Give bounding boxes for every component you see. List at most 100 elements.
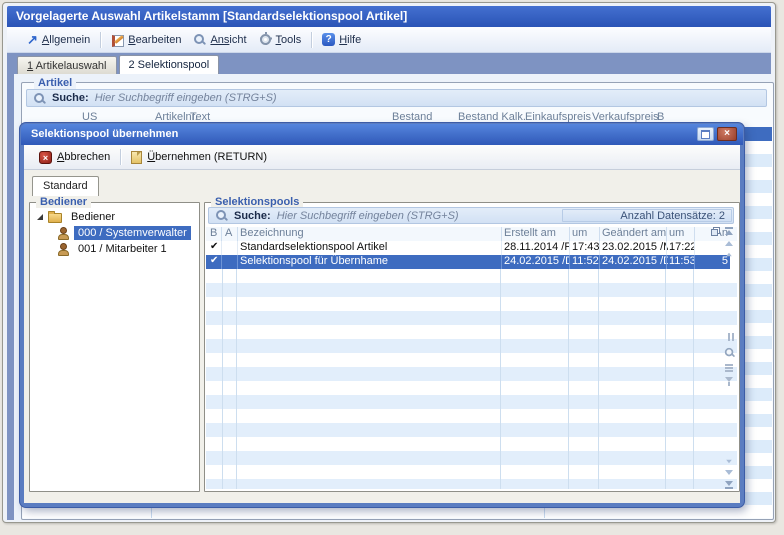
apply-icon — [131, 151, 142, 164]
menu-hilfe-label: Hilfe — [339, 34, 361, 46]
column-header-us[interactable]: US — [82, 111, 97, 123]
apply-label: Übernehmen (RETURN) — [147, 151, 267, 163]
table-row-selected[interactable]: ✔ Selektionspool für Übernhame 24.02.201… — [206, 255, 730, 269]
tab-selektionspool[interactable]: 2 Selektionspool — [119, 55, 220, 74]
person-icon — [57, 227, 69, 239]
column-header-text[interactable]: Text — [190, 111, 210, 123]
cell-erstellt-am: 28.11.2014 /Fr — [504, 241, 570, 253]
tab-standard[interactable]: Standard — [32, 176, 99, 196]
restore-icon — [701, 130, 710, 139]
menu-ansicht[interactable]: Ansicht — [187, 30, 252, 49]
gear-icon — [260, 34, 271, 45]
apply-button[interactable]: Übernehmen (RETURN) — [124, 149, 274, 166]
pools-search-placeholder: Hier Suchbegriff eingeben (STRG+S) — [277, 210, 459, 222]
magnifier-icon — [193, 33, 206, 46]
pools-column-headers: B A Bezeichnung Erstellt am um Geändert … — [206, 227, 737, 241]
cancel-button[interactable]: Abbrechen — [32, 149, 117, 166]
page-up-icon[interactable] — [726, 253, 732, 257]
scroll-bottom-icon[interactable] — [725, 481, 733, 486]
column-header-bestand-kalk[interactable]: Bestand Kalk. — [458, 111, 526, 123]
scroll-top-icon[interactable] — [725, 230, 733, 235]
grid-line — [665, 269, 666, 489]
tree-node-systemverwalter[interactable]: 000 / Systemverwalter — [30, 225, 199, 241]
grid-line — [568, 269, 569, 489]
grid-line — [236, 269, 237, 489]
restore-button[interactable] — [697, 127, 714, 141]
tree-item-label: 001 / Mitarbeiter 1 — [74, 242, 171, 256]
menu-ansicht-label: Ansicht — [210, 34, 246, 46]
column-header-geaendert-am[interactable]: Geändert am — [602, 227, 668, 239]
scroll-up-icon[interactable] — [725, 241, 733, 246]
bediener-tree: Bediener 000 / Systemverwalter 001 / Mit… — [30, 209, 199, 257]
menu-tools[interactable]: Tools — [253, 30, 308, 49]
menu-hilfe[interactable]: Hilfe — [316, 30, 367, 49]
menu-allgemein[interactable]: ↗ Allgemein — [21, 31, 96, 49]
grid-line — [500, 269, 501, 489]
bediener-group: Bediener Bediener 000 / Systemverwalter … — [29, 202, 200, 492]
cell-geaendert-am: 23.02.2015 /Mo — [602, 241, 668, 253]
column-header-verkaufspreis[interactable]: Verkaufspreis — [592, 111, 659, 123]
cell-um: 17:43 — [572, 241, 600, 253]
page-down-icon[interactable] — [726, 460, 732, 464]
column-width-icon[interactable] — [728, 333, 730, 341]
grid-line — [222, 269, 223, 489]
menu-separator — [100, 32, 101, 48]
search-icon[interactable] — [723, 347, 734, 358]
artikel-search-label: Suche: — [52, 92, 89, 104]
cell-um: 17:22 — [669, 241, 695, 253]
pools-scroll-strip — [721, 227, 737, 489]
selektionspools-group: Selektionspools Suche: Hier Suchbegriff … — [204, 202, 740, 492]
column-header-b[interactable]: B — [657, 111, 664, 123]
cancel-label: Abbrechen — [57, 151, 110, 163]
cell-um: 11:53 — [669, 255, 695, 267]
content-left-band — [7, 74, 14, 520]
list-icon[interactable] — [725, 364, 733, 366]
table-row[interactable]: ✔ Standardselektionspool Artikel 28.11.2… — [206, 241, 730, 255]
artikel-search-input[interactable]: Suche: Hier Suchbegriff eingeben (STRG+S… — [26, 89, 767, 107]
dialog-body: Abbrechen Übernehmen (RETURN) Standard B… — [24, 145, 740, 503]
menu-bar: ↗ Allgemein Bearbeiten Ansicht Tools Hil… — [7, 27, 771, 53]
search-icon — [215, 209, 228, 222]
column-header-a[interactable]: A — [225, 227, 237, 239]
scroll-down-icon[interactable] — [725, 470, 733, 475]
dialog-title: Selektionspool übernehmen — [31, 128, 178, 140]
tab-strip: 1 Artikelauswahl 2 Selektionspool — [7, 53, 771, 74]
artikel-group-label: Artikel — [34, 77, 76, 89]
arrow-up-right-icon: ↗ — [27, 34, 38, 45]
dialog-toolbar: Abbrechen Übernehmen (RETURN) — [24, 145, 740, 170]
menu-allgemein-label: Allgemein — [42, 34, 90, 46]
help-icon — [322, 33, 335, 46]
tree-node-bediener[interactable]: Bediener — [30, 209, 199, 225]
filter-icon — [728, 382, 730, 386]
column-header-einkaufspreis[interactable]: Einkaufspreis — [525, 111, 591, 123]
cancel-icon — [39, 151, 52, 164]
tree-root-label: Bediener — [67, 210, 119, 224]
pools-search-label: Suche: — [234, 210, 271, 222]
window-title: Vorgelagerte Auswahl Artikelstamm [Stand… — [16, 9, 407, 23]
column-header-bestand[interactable]: Bestand — [392, 111, 432, 123]
cell-um: 11:52 — [572, 255, 600, 267]
expander-icon[interactable] — [37, 214, 43, 220]
menu-tools-label: Tools — [276, 34, 302, 46]
close-button[interactable] — [717, 127, 737, 141]
pools-search-input[interactable]: Suche: Hier Suchbegriff eingeben (STRG+S… — [208, 207, 734, 224]
column-header-um2[interactable]: um — [669, 227, 695, 239]
tree-node-mitarbeiter1[interactable]: 001 / Mitarbeiter 1 — [30, 241, 199, 257]
cell-bezeichnung: Standardselektionspool Artikel — [240, 241, 498, 253]
tab-artikelauswahl[interactable]: 1 Artikelauswahl — [17, 56, 117, 74]
menu-bearbeiten-label: Bearbeiten — [128, 34, 181, 46]
window-titlebar: Vorgelagerte Auswahl Artikelstamm [Stand… — [7, 6, 771, 27]
edit-icon — [111, 33, 124, 46]
record-count: Anzahl Datensätze: 2 — [562, 209, 732, 222]
scroll-bottom-icon[interactable] — [725, 487, 733, 489]
selektionspool-dialog: Selektionspool übernehmen Abbrechen Über… — [20, 123, 744, 507]
scroll-top-icon[interactable] — [725, 227, 733, 229]
column-header-um1[interactable]: um — [572, 227, 600, 239]
column-header-erstellt-am[interactable]: Erstellt am — [504, 227, 570, 239]
pools-empty-rows — [206, 269, 737, 489]
column-chooser-icon[interactable] — [711, 227, 720, 236]
column-header-bezeichnung[interactable]: Bezeichnung — [240, 227, 498, 239]
person-icon — [57, 243, 69, 255]
grid-line — [693, 269, 694, 489]
menu-bearbeiten[interactable]: Bearbeiten — [105, 30, 187, 49]
